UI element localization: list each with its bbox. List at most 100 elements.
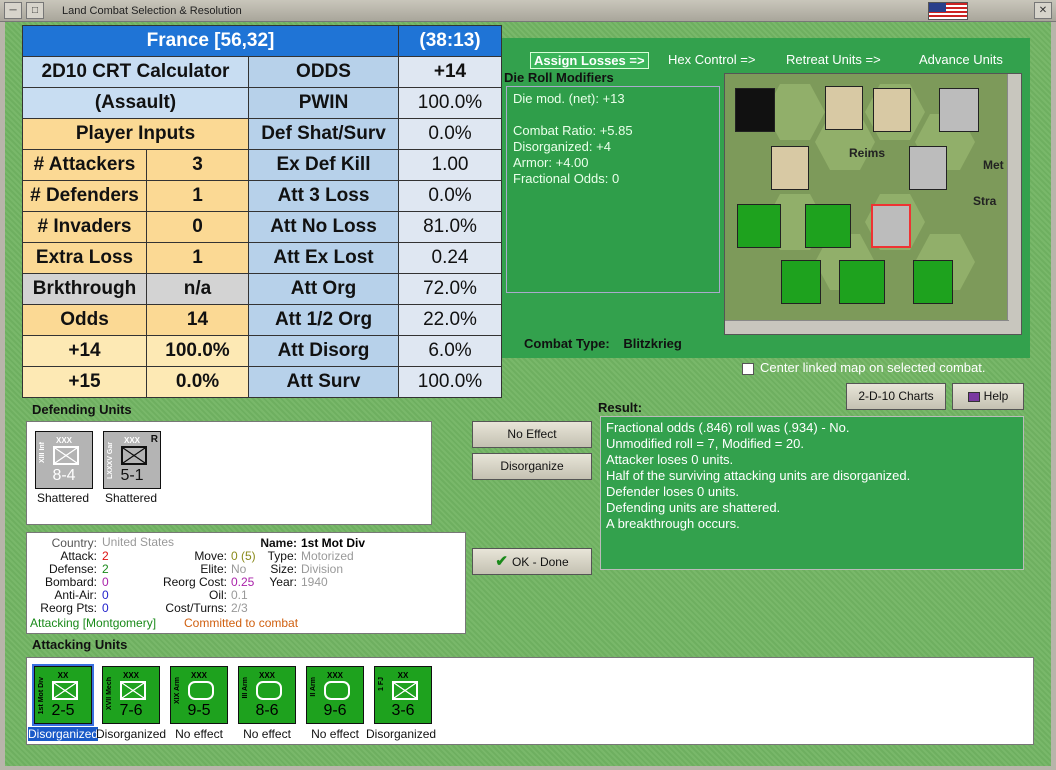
defending-units-list: XXX XIII Inf 8-4 Shattered XXX R LXXXV G… (26, 421, 432, 525)
close-icon[interactable]: ✕ (1034, 2, 1052, 19)
minimize-icon[interactable]: ─ (4, 2, 22, 19)
info-value: 2/3 (231, 601, 248, 615)
center-map-checkbox[interactable] (742, 362, 754, 375)
crt-input-value[interactable]: 1 (146, 242, 249, 274)
map-unit-counter[interactable] (771, 146, 809, 190)
unit-strength: 7-6 (119, 702, 143, 719)
crt-value: 0.24 (398, 242, 502, 274)
crt-input-label: Odds (22, 304, 147, 336)
disorganize-button[interactable]: Disorganize (472, 453, 592, 480)
info-value: 0 (102, 588, 109, 602)
crt-input-label: # Defenders (22, 180, 147, 212)
crt-input-value[interactable]: 0 (146, 211, 249, 243)
map-air-unit[interactable] (839, 260, 885, 304)
crt-value-pwin: 100.0% (398, 87, 502, 119)
map-unit-counter[interactable] (735, 88, 775, 132)
crt-header-location: France [56,32] (22, 25, 399, 57)
attacker-status: No effect (243, 727, 291, 741)
info-label: Year: (269, 575, 297, 589)
attacker-unit-counter[interactable]: XXX XVII Mech 7-6 (102, 666, 160, 724)
attacking-units-list: XX 1st Mot Div 2-5 Disorganized XXX XVII… (26, 657, 1034, 745)
crt-label: Att No Loss (248, 211, 399, 243)
attacker-unit-counter[interactable]: XXX II Arm 9-6 (306, 666, 364, 724)
crt-value: 0.0% (398, 118, 502, 150)
title-bar: ─ □ Land Combat Selection & Resolution ✕ (0, 0, 1056, 22)
crt-calculator-table: France [56,32] (38:13) 2D10 CRT Calculat… (22, 25, 502, 398)
info-label: Defense: (48, 562, 97, 576)
ok-done-button[interactable]: ✔ OK - Done (472, 548, 592, 575)
combat-type: Combat Type: Blitzkrieg (524, 336, 682, 351)
attacker-unit-counter[interactable]: XX 1 FJ 3-6 (374, 666, 432, 724)
mech-symbol-icon (120, 681, 146, 700)
info-value: United States (102, 535, 175, 549)
result-line: A breakthrough occurs. (606, 516, 740, 531)
paratrooper-symbol-icon (392, 681, 418, 700)
defender-unit-counter[interactable]: XXX XIII Inf 8-4 (35, 431, 93, 489)
step-assign-losses[interactable]: Assign Losses => (530, 52, 649, 69)
info-value: 0 (102, 601, 109, 615)
motorized-symbol-icon (52, 681, 78, 700)
info-value: 0 (5) (231, 549, 256, 563)
crt-input-label: # Attackers (22, 149, 147, 181)
checkmark-icon: ✔ (495, 553, 508, 570)
mini-map[interactable]: Reims Met Stra (724, 73, 1022, 335)
crt-input-value: n/a (146, 273, 249, 305)
center-map-checkbox-row[interactable]: Center linked map on selected combat. (742, 360, 985, 375)
crt-odds-label: +14 (22, 335, 147, 367)
info-label: Bombard: (44, 575, 97, 589)
crt-calc-subtitle: (Assault) (22, 87, 249, 119)
crt-value: 100.0% (398, 366, 502, 398)
us-flag-icon (928, 2, 968, 20)
map-unit-counter[interactable] (909, 146, 947, 190)
help-button[interactable]: Help (952, 383, 1024, 410)
defender-unit-counter[interactable]: XXX R LXXXV Gar 5-1 (103, 431, 161, 489)
map-air-unit[interactable] (737, 204, 781, 248)
crt-input-value[interactable]: 14 (146, 304, 249, 336)
map-city-label: Met (983, 158, 1004, 172)
crt-value: 81.0% (398, 211, 502, 243)
map-air-unit[interactable] (805, 204, 851, 248)
step-retreat-units[interactable]: Retreat Units => (786, 52, 881, 67)
no-effect-button[interactable]: No Effect (472, 421, 592, 448)
map-unit-counter[interactable] (781, 260, 821, 304)
result-title: Result: (598, 400, 643, 415)
info-value: 0.25 (231, 575, 255, 589)
map-vertical-scrollbar[interactable] (1007, 74, 1021, 334)
info-value: 2 (102, 562, 109, 576)
crt-input-value[interactable]: 3 (146, 149, 249, 181)
help-label: Help (983, 389, 1009, 403)
unit-strength: 2-5 (51, 702, 75, 719)
step-hex-control[interactable]: Hex Control => (668, 52, 755, 67)
info-label: Country: (51, 536, 97, 550)
info-value: 0 (102, 575, 109, 589)
map-unit-counter[interactable] (939, 88, 979, 132)
unit-name: XIX Arm (174, 677, 181, 704)
attacker-unit-counter[interactable]: XX 1st Mot Div 2-5 (32, 664, 94, 726)
map-city-label: Reims (849, 146, 886, 160)
reserve-tag: R (150, 434, 158, 445)
map-selected-hex-unit[interactable] (871, 204, 911, 248)
map-unit-counter[interactable] (825, 86, 863, 130)
map-unit-counter[interactable] (873, 88, 911, 132)
map-unit-counter[interactable] (913, 260, 953, 304)
step-advance-units[interactable]: Advance Units (919, 52, 1003, 67)
defender-status: Shattered (36, 491, 90, 505)
crt-label: Att Org (248, 273, 399, 305)
restore-icon[interactable]: □ (26, 2, 44, 19)
unit-strength: 5-1 (120, 467, 144, 484)
help-book-icon (967, 391, 980, 402)
unit-name: III Arm (242, 677, 249, 699)
crt-input-value[interactable]: 1 (146, 180, 249, 212)
drm-line: Disorganized: +4 (513, 139, 611, 154)
crt-value: 72.0% (398, 273, 502, 305)
map-horizontal-scrollbar[interactable] (725, 320, 1009, 334)
crt-charts-button[interactable]: 2-D-10 Charts (846, 383, 946, 410)
unit-status-attacking: Attacking [Montgomery] (30, 616, 157, 630)
crt-calc-title: 2D10 CRT Calculator (22, 56, 249, 88)
attacker-unit-counter[interactable]: XXX III Arm 8-6 (238, 666, 296, 724)
attacker-unit-counter[interactable]: XXX XIX Arm 9-5 (170, 666, 228, 724)
unit-strength: 9-5 (187, 702, 211, 719)
combat-type-label: Combat Type: (524, 336, 610, 351)
result-line: Half of the surviving attacking units ar… (606, 468, 911, 483)
info-label: Name: (260, 536, 297, 550)
